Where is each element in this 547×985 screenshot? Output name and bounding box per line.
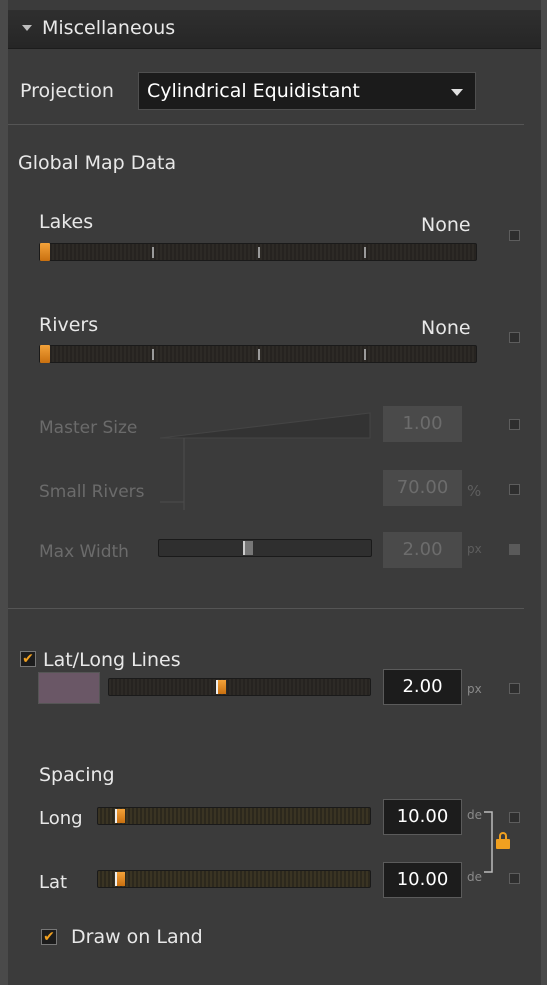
lakes-label: Lakes xyxy=(39,211,94,233)
max-width-keyframe-checkbox[interactable] xyxy=(509,544,520,555)
lat-label: Lat xyxy=(39,872,68,893)
max-width-unit: px xyxy=(467,542,482,556)
lat-keyframe-checkbox[interactable] xyxy=(509,873,520,884)
latlong-width-unit: px xyxy=(467,682,482,696)
master-size-keyframe-checkbox[interactable] xyxy=(509,419,520,430)
max-width-input[interactable]: 2.00 xyxy=(383,532,462,568)
collapse-triangle-icon[interactable] xyxy=(22,25,32,31)
master-size-input[interactable]: 1.00 xyxy=(383,406,462,442)
lat-spacing-input[interactable]: 10.00 xyxy=(383,862,462,898)
long-label: Long xyxy=(39,808,83,829)
projection-dropdown[interactable]: Cylindrical Equidistant xyxy=(138,72,476,110)
small-rivers-keyframe-checkbox[interactable] xyxy=(509,484,520,495)
small-rivers-label: Small Rivers xyxy=(39,482,145,502)
section-title: Miscellaneous xyxy=(42,17,176,39)
chevron-down-icon[interactable] xyxy=(451,89,463,96)
panel-left-edge xyxy=(0,0,8,985)
projection-value: Cylindrical Equidistant xyxy=(147,80,360,102)
max-width-label: Max Width xyxy=(39,542,129,562)
lat-spacing-slider-thumb[interactable] xyxy=(115,872,125,886)
panel-right-edge xyxy=(541,0,547,985)
latlong-color-swatch[interactable] xyxy=(38,672,100,704)
lakes-slider[interactable] xyxy=(39,243,477,261)
rivers-slider[interactable] xyxy=(39,345,477,363)
long-spacing-slider[interactable] xyxy=(97,807,371,825)
latlong-width-input[interactable]: 2.00 xyxy=(383,669,462,705)
master-size-ramp xyxy=(160,412,371,510)
latlong-checkbox[interactable]: ✔ xyxy=(20,651,36,667)
rivers-slider-thumb[interactable] xyxy=(40,345,50,363)
small-rivers-unit: % xyxy=(467,482,482,500)
master-size-label: Master Size xyxy=(39,418,138,438)
lakes-value: None xyxy=(421,214,471,236)
long-keyframe-checkbox[interactable] xyxy=(509,812,520,823)
long-spacing-unit: de xyxy=(467,808,482,822)
latlong-width-keyframe-checkbox[interactable] xyxy=(509,683,520,694)
divider xyxy=(8,608,524,609)
max-width-slider[interactable] xyxy=(158,539,372,557)
divider xyxy=(8,124,524,125)
spacing-heading: Spacing xyxy=(39,764,115,786)
long-spacing-slider-thumb[interactable] xyxy=(115,809,125,823)
projection-label: Projection xyxy=(20,80,114,102)
latlong-width-slider-thumb[interactable] xyxy=(216,680,226,694)
lat-spacing-unit: de xyxy=(467,870,482,884)
lakes-keyframe-checkbox[interactable] xyxy=(509,230,520,241)
latlong-label: Lat/Long Lines xyxy=(43,649,181,671)
rivers-label: Rivers xyxy=(39,314,99,336)
draw-on-land-label: Draw on Land xyxy=(71,926,203,948)
section-header-miscellaneous[interactable]: Miscellaneous xyxy=(8,10,541,49)
long-spacing-input[interactable]: 10.00 xyxy=(383,799,462,835)
lakes-slider-thumb[interactable] xyxy=(40,243,50,261)
small-rivers-input[interactable]: 70.00 xyxy=(383,470,462,506)
rivers-value: None xyxy=(421,317,471,339)
rivers-keyframe-checkbox[interactable] xyxy=(509,332,520,343)
lock-icon[interactable] xyxy=(496,839,510,849)
draw-on-land-checkbox[interactable]: ✔ xyxy=(41,929,57,945)
latlong-width-slider[interactable] xyxy=(108,678,371,696)
global-map-data-heading: Global Map Data xyxy=(18,152,177,174)
lat-spacing-slider[interactable] xyxy=(97,870,371,888)
